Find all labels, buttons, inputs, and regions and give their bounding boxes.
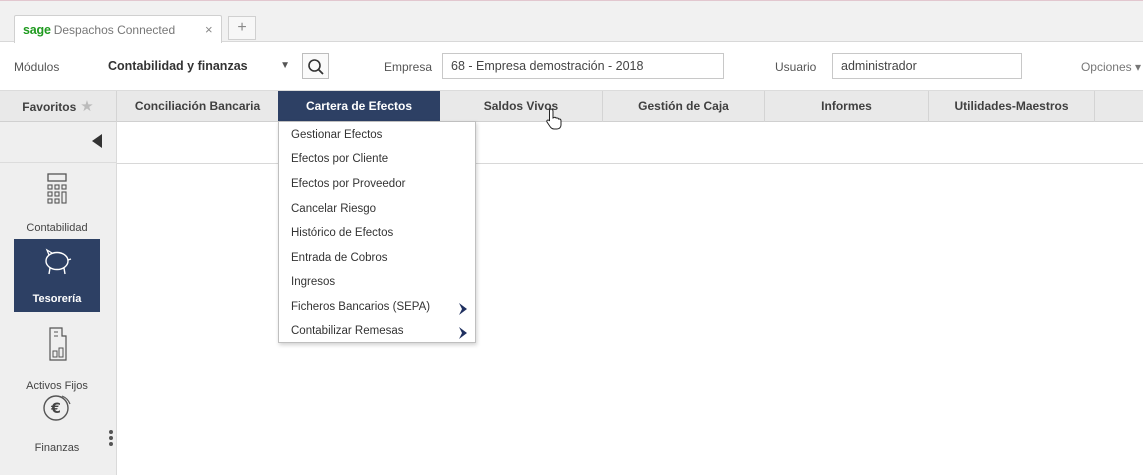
menu-item-historico-de-efectos[interactable]: Histórico de Efectos <box>291 227 393 239</box>
top-toolbar: Módulos Contabilidad y finanzas ▼ Empres… <box>0 43 1143 90</box>
modulos-value: Contabilidad y finanzas <box>108 59 248 73</box>
module-label: Tesorería <box>32 293 82 305</box>
menu-item-entrada-de-cobros[interactable]: Entrada de Cobros <box>291 252 388 264</box>
search-button[interactable] <box>302 53 329 79</box>
chevron-right-icon <box>459 327 467 339</box>
document-icon <box>49 327 67 361</box>
module-label: Finanzas <box>34 442 80 454</box>
calculator-icon <box>47 173 67 204</box>
nav-blank <box>1094 91 1143 122</box>
usuario-label: Usuario <box>775 60 817 74</box>
euro-coin-icon: € <box>43 395 71 421</box>
module-tesoreria[interactable]: Tesorería <box>14 239 100 312</box>
favoritos-label: Favoritos <box>22 100 77 114</box>
close-icon[interactable]: × <box>205 22 213 37</box>
main-nav: Favoritos ★ Conciliación Bancaria Cartera… <box>0 90 1143 122</box>
app-title: Despachos Connected <box>53 22 176 37</box>
menu-item-gestionar-efectos[interactable]: Gestionar Efectos <box>291 129 382 141</box>
nav-conciliacion-bancaria[interactable]: Conciliación Bancaria <box>116 91 278 122</box>
star-icon: ★ <box>80 98 94 115</box>
sage-logo: sage <box>23 22 51 37</box>
module-sidebar: Contabilidad Tesorería Activos Fijos € F… <box>0 122 117 475</box>
sidebar-divider <box>0 162 117 163</box>
nav-saldos-vivos[interactable]: Saldos Vivos <box>440 91 602 122</box>
menu-item-efectos-por-proveedor[interactable]: Efectos por Proveedor <box>291 178 405 190</box>
modulos-label: Módulos <box>14 60 60 74</box>
opciones-menu[interactable]: Opciones ▾ <box>1081 60 1141 74</box>
module-label: Contabilidad <box>26 222 88 234</box>
browser-tab-strip: sage Despachos Connected × + <box>0 0 1143 43</box>
collapse-arrow-icon[interactable] <box>92 134 102 148</box>
nav-informes[interactable]: Informes <box>764 91 928 122</box>
new-tab-button[interactable]: + <box>228 16 256 40</box>
menu-item-ingresos[interactable]: Ingresos <box>291 276 335 288</box>
more-vertical-icon[interactable] <box>109 430 113 448</box>
nav-favoritos[interactable]: Favoritos ★ <box>0 91 116 122</box>
menu-item-contabilizar-remesas[interactable]: Contabilizar Remesas <box>291 325 404 337</box>
menu-item-ficheros-bancarios[interactable]: Ficheros Bancarios (SEPA) <box>291 301 430 313</box>
chevron-right-icon <box>459 303 467 315</box>
nav-gestion-de-caja[interactable]: Gestión de Caja <box>602 91 764 122</box>
nav-utilidades-maestros[interactable]: Utilidades-Maestros <box>928 91 1094 122</box>
module-finanzas[interactable]: € Finanzas <box>14 390 100 462</box>
content-divider <box>117 163 1143 164</box>
usuario-field[interactable]: administrador <box>832 53 1022 79</box>
hand-cursor-icon <box>546 108 562 130</box>
svg-text:€: € <box>50 401 61 417</box>
empresa-field[interactable]: 68 - Empresa demostración - 2018 <box>442 53 724 79</box>
menu-item-efectos-por-cliente[interactable]: Efectos por Cliente <box>291 153 388 165</box>
cartera-dropdown-menu: Gestionar Efectos Efectos por Cliente Ef… <box>278 121 476 343</box>
modulos-select[interactable]: Contabilidad y finanzas ▼ <box>99 53 295 79</box>
menu-item-cancelar-riesgo[interactable]: Cancelar Riesgo <box>291 203 376 215</box>
caret-down-icon: ▼ <box>280 60 290 71</box>
nav-cartera-de-efectos[interactable]: Cartera de Efectos <box>278 91 440 122</box>
piggy-bank-icon <box>45 248 72 275</box>
search-icon <box>308 59 324 75</box>
module-contabilidad[interactable]: Contabilidad <box>14 170 100 238</box>
app-tab[interactable]: sage Despachos Connected × <box>14 15 222 43</box>
empresa-label: Empresa <box>384 60 433 74</box>
